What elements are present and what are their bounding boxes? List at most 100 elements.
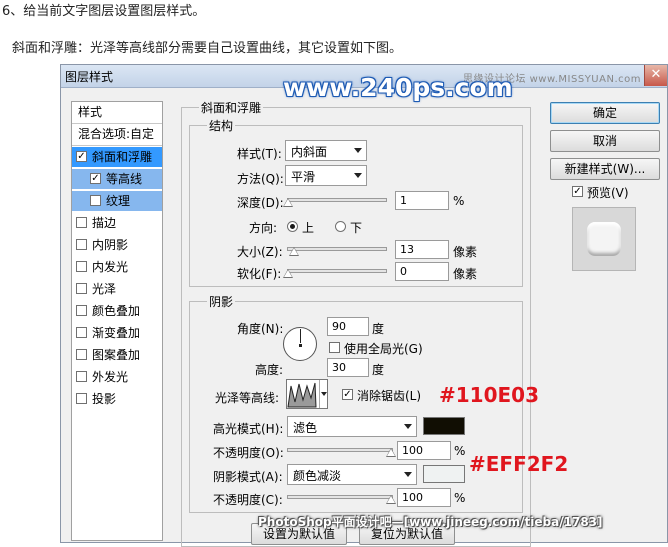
size-input[interactable]: 13 (395, 240, 449, 259)
soften-slider-handle[interactable] (283, 269, 293, 278)
close-button[interactable]: ✕ (644, 65, 667, 86)
style-item-bevel-emboss[interactable]: ✓ 斜面和浮雕 (72, 147, 162, 167)
cancel-button[interactable]: 取消 (550, 130, 660, 152)
bevel-style-select[interactable]: 内斜面 (285, 140, 367, 161)
shadow-color-annotation: #EFF2F2 (469, 452, 569, 476)
style-list-header[interactable]: 样式 (72, 102, 162, 122)
style-item-label: 图案叠加 (92, 348, 141, 362)
style-item-outer-glow[interactable]: 外发光 (72, 367, 162, 387)
preview-label: 预览(V) (587, 186, 629, 200)
chevron-down-icon (354, 173, 362, 178)
style-item-drop-shadow[interactable]: 投影 (72, 389, 162, 409)
texture-checkbox[interactable] (90, 195, 101, 206)
color-overlay-checkbox[interactable] (76, 305, 87, 316)
angle-dial[interactable] (283, 327, 317, 361)
shadow-mode-select[interactable]: 颜色减淡 (287, 464, 417, 485)
anti-alias-label: 消除锯齿(L) (357, 389, 422, 403)
global-light-checkbox[interactable] (329, 342, 340, 353)
highlight-opacity-slider-handle[interactable] (386, 448, 396, 457)
depth-slider-handle[interactable] (283, 198, 293, 207)
inner-shadow-checkbox[interactable] (76, 239, 87, 250)
altitude-value: 30 (332, 361, 346, 374)
size-slider[interactable] (287, 247, 387, 251)
style-item-gradient-overlay[interactable]: 渐变叠加 (72, 323, 162, 343)
size-slider-handle[interactable] (289, 247, 299, 256)
size-label: 大小(Z): (237, 245, 283, 259)
depth-input[interactable]: 1 (395, 191, 449, 210)
soften-unit: 像素 (453, 267, 478, 281)
angle-dial-needle (300, 329, 301, 343)
anti-alias-checkbox[interactable]: ✓ (342, 389, 353, 400)
technique-select[interactable]: 平滑 (285, 165, 367, 186)
angle-value: 90 (332, 320, 346, 333)
highlight-mode-select[interactable]: 滤色 (287, 416, 417, 437)
shadow-color-swatch[interactable] (423, 465, 465, 483)
new-style-button[interactable]: 新建样式(W)... (550, 158, 660, 180)
highlight-opacity-input[interactable]: 100 (397, 441, 451, 460)
bevel-emboss-checkbox[interactable]: ✓ (76, 151, 87, 162)
highlight-opacity-unit: % (454, 444, 466, 458)
angle-dial-center (299, 344, 302, 347)
highlight-color-swatch[interactable] (423, 417, 465, 435)
direction-label: 方向: (249, 221, 278, 235)
chevron-down-icon (321, 392, 327, 396)
direction-down-radio[interactable] (335, 221, 346, 232)
style-item-color-overlay[interactable]: 颜色叠加 (72, 301, 162, 321)
blend-options-label: 混合选项:自定 (78, 127, 155, 141)
depth-value: 1 (400, 194, 407, 207)
altitude-input[interactable]: 30 (327, 358, 369, 377)
preview-checkbox[interactable]: ✓ (572, 186, 583, 197)
size-value: 13 (400, 243, 414, 256)
ok-button[interactable]: 确定 (550, 102, 660, 124)
gradient-overlay-checkbox[interactable] (76, 327, 87, 338)
drop-shadow-checkbox[interactable] (76, 393, 87, 404)
soften-input[interactable]: 0 (395, 262, 449, 281)
satin-checkbox[interactable] (76, 283, 87, 294)
direction-up-label: 上 (302, 221, 315, 235)
blend-options-item[interactable]: 混合选项:自定 (72, 124, 162, 144)
divider (72, 145, 162, 146)
style-item-label: 光泽 (92, 282, 117, 296)
soften-slider[interactable] (287, 269, 387, 273)
style-preview-thumbnail (572, 207, 636, 271)
angle-label: 角度(N): (237, 322, 284, 336)
highlight-opacity-slider[interactable] (287, 448, 393, 452)
depth-label: 深度(D): (237, 196, 284, 210)
inner-glow-checkbox[interactable] (76, 261, 87, 272)
style-item-pattern-overlay[interactable]: 图案叠加 (72, 345, 162, 365)
shadow-opacity-value: 100 (402, 491, 423, 504)
shadow-opacity-input[interactable]: 100 (397, 488, 451, 507)
pattern-overlay-checkbox[interactable] (76, 349, 87, 360)
article-heading: 6、给当前文字图层设置图层样式。 (2, 4, 206, 19)
style-item-texture[interactable]: 纹理 (72, 191, 162, 211)
bevel-style-value: 内斜面 (291, 145, 328, 159)
style-item-contour[interactable]: ✓ 等高线 (72, 169, 162, 189)
style-item-label: 描边 (92, 216, 117, 230)
direction-up-radio[interactable] (287, 221, 298, 232)
chevron-down-icon (404, 472, 412, 477)
style-label: 样式(T): (237, 147, 282, 161)
depth-slider[interactable] (287, 198, 387, 202)
style-item-label: 内阴影 (92, 238, 129, 252)
soften-label: 软化(F): (237, 267, 282, 281)
outer-glow-checkbox[interactable] (76, 371, 87, 382)
style-item-inner-glow[interactable]: 内发光 (72, 257, 162, 277)
soften-value: 0 (400, 265, 407, 278)
highlight-opacity-value: 100 (402, 444, 423, 457)
angle-input[interactable]: 90 (327, 317, 369, 336)
highlight-mode-value: 滤色 (293, 421, 318, 435)
style-item-label: 渐变叠加 (92, 326, 141, 340)
shadow-opacity-label: 不透明度(C): (213, 493, 283, 507)
style-item-inner-shadow[interactable]: 内阴影 (72, 235, 162, 255)
stroke-checkbox[interactable] (76, 217, 87, 228)
panel-title: 斜面和浮雕 (199, 99, 264, 116)
gloss-contour-picker[interactable] (286, 379, 328, 409)
shadow-opacity-slider[interactable] (287, 495, 393, 499)
shadow-mode-label: 阴影模式(A): (213, 470, 283, 484)
style-item-stroke[interactable]: 描边 (72, 213, 162, 233)
depth-unit: % (453, 194, 465, 208)
shadow-opacity-slider-handle[interactable] (386, 495, 396, 504)
style-item-satin[interactable]: 光泽 (72, 279, 162, 299)
shading-title: 阴影 (207, 293, 236, 310)
contour-checkbox[interactable]: ✓ (90, 173, 101, 184)
